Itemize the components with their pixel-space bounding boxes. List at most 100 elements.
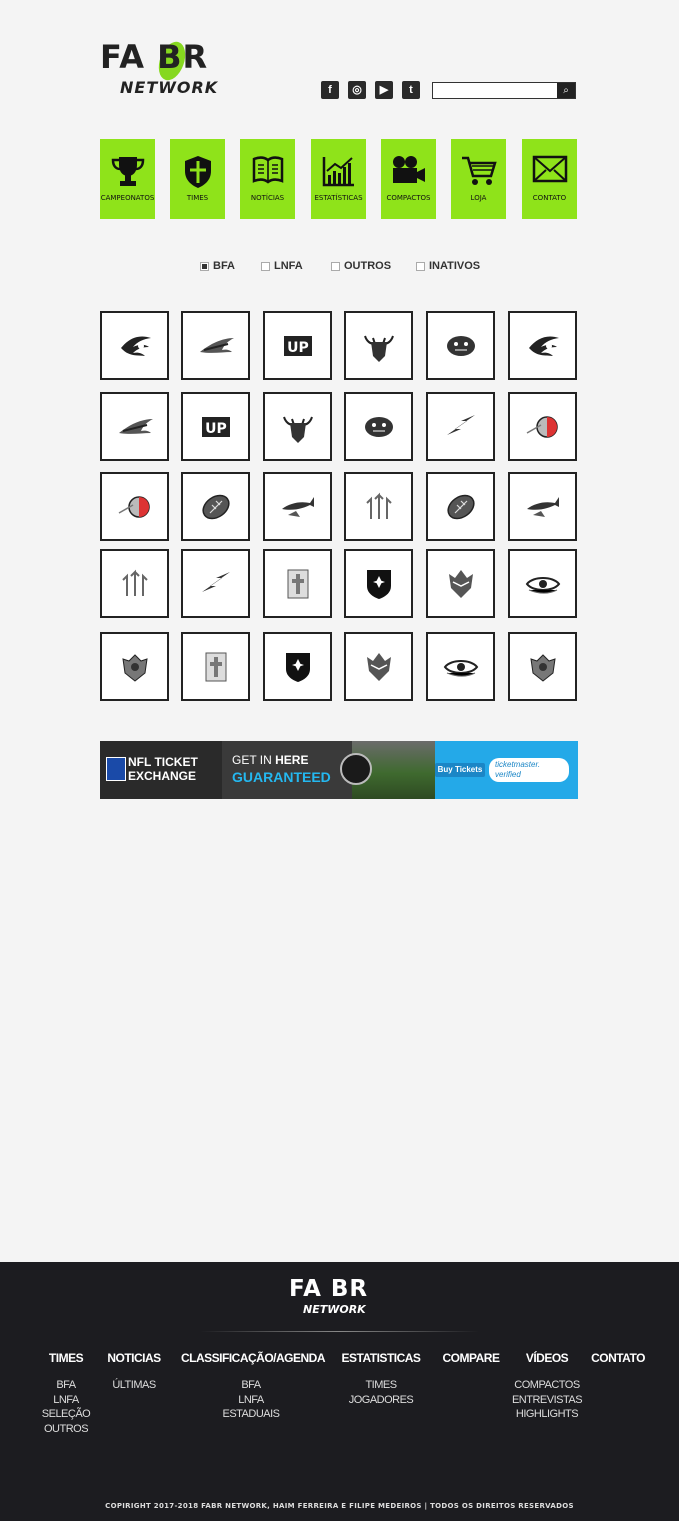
team-card[interactable] [181, 472, 250, 541]
footer-col-noticias: NOTICIAS ÚLTIMAS [104, 1351, 164, 1393]
footer-link[interactable]: OUTROS [40, 1422, 92, 1437]
footer-heading[interactable]: ESTATISTICAS [341, 1351, 421, 1367]
team-card[interactable] [100, 311, 169, 380]
tm-line2: verified [495, 770, 521, 779]
checkbox[interactable] [331, 261, 340, 271]
footer-heading[interactable]: TIMES [40, 1351, 92, 1367]
team-card[interactable] [426, 392, 495, 461]
book-icon [252, 156, 283, 184]
team-card[interactable] [426, 311, 495, 380]
nav-noticias[interactable]: NOTÍCIAS [240, 139, 295, 219]
footer-link[interactable]: BFA [181, 1378, 321, 1393]
team-card[interactable]: UP [181, 392, 250, 461]
youtube-icon[interactable]: ▶ [375, 81, 393, 99]
instagram-icon[interactable]: ◎ [348, 81, 366, 99]
footer-col-times: TIMES BFA LNFA SELEÇÃO OUTROS [40, 1351, 92, 1436]
nav-contato[interactable]: CONTATO [522, 139, 577, 219]
team-card[interactable] [263, 632, 332, 701]
checkbox[interactable] [200, 261, 209, 271]
footer-heading[interactable]: COMPARE [440, 1351, 502, 1367]
footer-link[interactable]: ESTADUAIS [181, 1407, 321, 1422]
up-logo: UP [201, 416, 230, 437]
footer-link[interactable]: ÚLTIMAS [104, 1378, 164, 1393]
buy-tickets-button[interactable]: Buy Tickets [435, 763, 485, 777]
team-card[interactable] [344, 549, 413, 618]
banner-middle: GET IN HERE GUARANTEED [222, 741, 352, 799]
footer-link[interactable]: COMPACTOS [510, 1378, 584, 1393]
team-card[interactable] [426, 632, 495, 701]
footer-link[interactable]: LNFA [181, 1393, 321, 1408]
search-box: ⌕ [432, 82, 576, 101]
team-card[interactable] [344, 472, 413, 541]
team-card[interactable] [344, 392, 413, 461]
team-card[interactable] [344, 632, 413, 701]
nav-estatisticas[interactable]: ESTATÍSTICAS [311, 139, 366, 219]
nav-label: CONTATO [532, 194, 567, 202]
team-card[interactable]: UP [263, 311, 332, 380]
team-card[interactable] [508, 392, 577, 461]
checkbox[interactable] [416, 261, 425, 271]
ad-banner[interactable]: NFL TICKET EXCHANGE GET IN HERE GUARANTE… [100, 741, 578, 799]
footer-link[interactable]: TIMES [341, 1378, 421, 1393]
site-logo[interactable]: FA BR NETWORK [100, 38, 243, 100]
eagle-logo [199, 337, 234, 353]
sphere-logo [526, 415, 558, 438]
footer-logo[interactable]: FA BR NETWORK [289, 1276, 391, 1318]
facebook-icon[interactable]: f [321, 81, 339, 99]
team-card[interactable] [508, 632, 577, 701]
filter-bfa[interactable]: BFA [200, 260, 235, 272]
footer-heading[interactable]: CONTATO [588, 1351, 648, 1367]
team-card[interactable] [100, 549, 169, 618]
team-card[interactable] [508, 549, 577, 618]
footer-link[interactable]: ENTREVISTAS [510, 1393, 584, 1408]
here-text: HERE [275, 753, 309, 767]
footer-col-videos: VÍDEOS COMPACTOS ENTREVISTAS HIGHLIGHTS [510, 1351, 584, 1422]
claw-logo [120, 335, 151, 356]
footer-col-contato: CONTATO [588, 1351, 648, 1378]
team-card[interactable] [100, 392, 169, 461]
footer-heading[interactable]: CLASSIFICAÇÃO/AGENDA [181, 1351, 326, 1367]
nav-compactos[interactable]: COMPACTOS [381, 139, 436, 219]
banner-title: NFL TICKET EXCHANGE [128, 755, 198, 783]
filter-outros[interactable]: OUTROS [331, 260, 391, 272]
footer-link[interactable]: JOGADORES [341, 1393, 421, 1408]
team-card[interactable] [508, 311, 577, 380]
checkbox[interactable] [261, 261, 270, 271]
footer-heading[interactable]: NOTICIAS [104, 1351, 164, 1367]
team-card[interactable] [426, 472, 495, 541]
team-card[interactable] [181, 311, 250, 380]
footer-link[interactable]: BFA [40, 1378, 92, 1393]
team-card[interactable] [508, 472, 577, 541]
footer-link[interactable]: LNFA [40, 1393, 92, 1408]
footer-col-compare: COMPARE [440, 1351, 502, 1378]
nav-times[interactable]: TIMES [170, 139, 225, 219]
footer-link[interactable]: SELEÇÃO [40, 1407, 92, 1422]
twitter-icon[interactable]: t [402, 81, 420, 99]
footer: FA BR NETWORK TIMES BFA LNFA SELEÇÃO OUT… [0, 1262, 679, 1521]
eagle-logo [118, 418, 153, 434]
raiders-logo [340, 753, 372, 785]
team-card[interactable] [181, 632, 250, 701]
logo-text-bottom: NETWORK [120, 78, 219, 97]
cart-icon [461, 156, 497, 185]
chart-icon [322, 157, 354, 187]
search-input[interactable] [433, 86, 557, 101]
nav-loja[interactable]: LOJA [451, 139, 506, 219]
team-card[interactable] [263, 549, 332, 618]
team-card[interactable] [344, 311, 413, 380]
banner-get-in: GET IN HERE [232, 753, 308, 768]
search-icon[interactable]: ⌕ [557, 83, 575, 98]
filter-lnfa[interactable]: LNFA [261, 260, 303, 272]
nav-campeonatos[interactable]: CAMPEONATOS [100, 139, 155, 219]
team-card[interactable] [426, 549, 495, 618]
team-card[interactable] [100, 632, 169, 701]
nav-label: CAMPEONATOS [100, 194, 155, 202]
banner-left: NFL TICKET EXCHANGE [100, 741, 222, 799]
filter-inativos[interactable]: INATIVOS [416, 260, 480, 272]
footer-heading[interactable]: VÍDEOS [510, 1351, 584, 1367]
team-card[interactable] [263, 392, 332, 461]
footer-link[interactable]: HIGHLIGHTS [510, 1407, 584, 1422]
team-card[interactable] [263, 472, 332, 541]
team-card[interactable] [181, 549, 250, 618]
team-card[interactable] [100, 472, 169, 541]
